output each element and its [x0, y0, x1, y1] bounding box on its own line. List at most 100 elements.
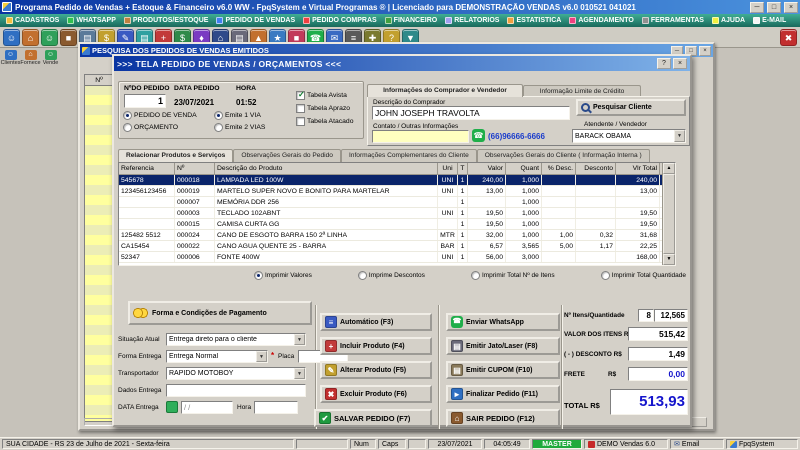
menu-item[interactable]: FERRAMENTAS: [638, 14, 708, 27]
close-icon[interactable]: ×: [784, 1, 798, 13]
menu-item-icon: [216, 17, 224, 24]
dialog-help-icon[interactable]: ?: [657, 58, 671, 69]
sair-pedido-button[interactable]: ⌂ SAIR PEDIDO (F12): [446, 409, 560, 427]
menu-item[interactable]: CADASTROS: [2, 14, 63, 27]
product-row[interactable]: 125482 5512 000024 CANO DE ESGOTO BARRA …: [119, 230, 675, 241]
product-tab[interactable]: Informações Complementares do Cliente: [340, 149, 477, 162]
excluir-produto-button[interactable]: ✖ Excluir Produto (F6): [320, 385, 432, 403]
product-tab[interactable]: Observações Gerais do Pedido: [233, 149, 341, 162]
product-row[interactable]: 000007 MEMÓRIA DDR 256 1 1,000: [119, 197, 675, 208]
product-row[interactable]: 545678 000018 LAMPADA LED 100W UNI 1 240…: [119, 175, 675, 186]
menu-item-icon: [6, 17, 13, 24]
col-perc-desc[interactable]: % Desc.: [542, 163, 576, 174]
toolbar-icon[interactable]: ☺: [41, 28, 58, 46]
transportador-select[interactable]: RAPIDO MOTOBOY ▼: [166, 367, 306, 380]
print-option[interactable]: Imprimir Valores: [254, 271, 312, 280]
chevron-down-icon[interactable]: ▼: [294, 368, 305, 379]
tab-comprador-vendedor[interactable]: Informações do Comprador e Vendedor: [367, 84, 523, 97]
situacao-select[interactable]: Entrega direto para o cliente ▼: [166, 333, 306, 346]
scroll-down-icon[interactable]: ▼: [663, 254, 675, 265]
toolbar-icon[interactable]: ⌂: [22, 28, 39, 46]
desktop: Programa Pedido de Vendas + Estoque & Fi…: [0, 0, 800, 450]
menu-item[interactable]: E-MAIL: [749, 14, 790, 27]
menu-item[interactable]: RELATORIOS: [441, 14, 503, 27]
product-tab[interactable]: Relacionar Produtos e Serviços: [118, 149, 234, 162]
toolbar-icon[interactable]: ■: [60, 28, 77, 46]
product-row[interactable]: 123456123456 000019 MARTELO SUPER NOVO E…: [119, 186, 675, 197]
enviar-whatsapp-button[interactable]: ☎ Enviar WhatsApp: [446, 313, 560, 331]
automatico-button[interactable]: ≡ Automático (F3): [320, 313, 432, 331]
data-entrega-input[interactable]: / /: [181, 401, 233, 414]
finalizar-pedido-button[interactable]: ► Finalizar Pedido (F11): [446, 385, 560, 403]
buyer-name-input[interactable]: JOHN JOSEPH TRAVOLTA: [372, 106, 570, 120]
col-quant[interactable]: Quant: [506, 163, 542, 174]
menu-item[interactable]: ESTATISTICA: [503, 14, 565, 27]
col-valor[interactable]: Valor: [468, 163, 506, 174]
menu-item[interactable]: AJUDA: [708, 14, 749, 27]
vendedor-select[interactable]: BARACK OBAMA ▼: [572, 129, 686, 143]
option-orcamento[interactable]: ORÇAMENTO: [123, 123, 178, 132]
chevron-down-icon[interactable]: ▼: [674, 130, 685, 142]
col-referencia[interactable]: Referencia: [119, 163, 175, 174]
shortcut-button[interactable]: ☺ Clientes: [1, 50, 20, 66]
contato-input[interactable]: [372, 130, 469, 143]
product-row[interactable]: 000015 CAMISA CURTA GG 1 19,50 1,000 19,…: [119, 219, 675, 230]
menu-item[interactable]: WHATSAPP: [63, 14, 120, 27]
chevron-down-icon[interactable]: ▼: [294, 334, 305, 345]
col-numero[interactable]: Nº: [175, 163, 215, 174]
dados-entrega-input[interactable]: [166, 384, 306, 397]
product-row[interactable]: 52347 000006 FONTE 400W UNI 1 56,00 3,00…: [119, 252, 675, 263]
order-number-input[interactable]: 1: [124, 94, 166, 108]
salvar-pedido-button[interactable]: ✔ SALVAR PEDIDO (F7): [314, 409, 432, 427]
forma-entrega-select[interactable]: Entrega Normal ▼: [166, 350, 268, 363]
frete-value[interactable]: 0,00: [628, 367, 688, 381]
menu-item[interactable]: PRODUTOS/ESTOQUE: [120, 14, 213, 27]
col-t[interactable]: T: [458, 163, 468, 174]
menu-item[interactable]: PEDIDO COMPRAS: [299, 14, 381, 27]
print-option[interactable]: Imprime Descontos: [357, 271, 425, 280]
option-pedido-de-venda[interactable]: PEDIDO DE VENDA: [123, 111, 197, 120]
search-results-grid[interactable]: Nº: [84, 74, 114, 422]
print-option[interactable]: Imprimir Total Quantidade: [600, 271, 686, 280]
price-table-checkbox[interactable]: Tabela Avista: [296, 90, 353, 100]
toolbar-icon[interactable]: ✖: [780, 28, 797, 46]
shortcut-icon: ☺: [44, 50, 57, 60]
shortcut-button[interactable]: ☺ Vende: [42, 50, 59, 66]
menu-item[interactable]: PEDIDO DE VENDAS: [212, 14, 299, 27]
option-emite-2-vias[interactable]: Emite 2 VIAS: [214, 123, 265, 132]
status-email[interactable]: ✉ Email: [670, 439, 724, 449]
hora-entrega-input[interactable]: [254, 401, 298, 414]
col-descricao[interactable]: Descrição do Produto: [215, 163, 438, 174]
option-emite-1-via[interactable]: Emite 1 VIA: [214, 111, 261, 120]
calendar-icon[interactable]: [166, 401, 178, 413]
col-desconto[interactable]: Desconto: [576, 163, 616, 174]
shortcut-button[interactable]: ⌂ Fornece: [20, 50, 41, 66]
emitir-jato-laser-button[interactable]: ▤ Emitir Jato/Laser (F8): [446, 337, 560, 355]
print-option[interactable]: Imprimir Total Nº de Itens: [470, 271, 555, 280]
product-row[interactable]: 000003 TECLADO 102ABNT UNI 1 19,50 1,000…: [119, 208, 675, 219]
dialog-close-icon[interactable]: ×: [673, 58, 687, 69]
toolbar-icon[interactable]: ☺: [3, 28, 20, 46]
search-close-icon[interactable]: ×: [699, 45, 711, 56]
menu-item[interactable]: FINANCEIRO: [381, 14, 442, 27]
required-mark: *: [271, 351, 275, 360]
product-row[interactable]: CA15454 000022 CANO AGUA QUENTE 25 - BAR…: [119, 241, 675, 252]
price-table-checkbox[interactable]: Tabela Atacado: [296, 117, 353, 126]
alterar-produto-button[interactable]: ✎ Alterar Produto (F5): [320, 361, 432, 379]
col-vlr-total[interactable]: Vlr Total: [616, 163, 660, 174]
maximize-icon[interactable]: □: [767, 1, 781, 13]
product-tab[interactable]: Observações Gerais do Cliente ( Informaç…: [476, 149, 650, 162]
scroll-up-icon[interactable]: ▲: [663, 163, 675, 174]
menu-item[interactable]: AGENDAMENTO: [565, 14, 637, 27]
checkbox-label: Tabela Aprazo: [307, 105, 351, 112]
col-uni[interactable]: Uni: [438, 163, 458, 174]
scroll-thumb[interactable]: [663, 174, 675, 254]
incluir-produto-button[interactable]: + Incluir Produto (F4): [320, 337, 432, 355]
minimize-icon[interactable]: ─: [750, 1, 764, 13]
chevron-down-icon[interactable]: ▼: [256, 351, 267, 362]
pesquisar-cliente-button[interactable]: Pesquisar Cliente: [576, 99, 686, 116]
price-table-checkbox[interactable]: Tabela Aprazo: [296, 104, 353, 113]
emitir-cupom-button[interactable]: ▤ Emitir CUPOM (F10): [446, 361, 560, 379]
forma-pagamento-button[interactable]: Forma e Condições de Pagamento: [128, 301, 312, 325]
grid-scrollbar[interactable]: ▲ ▼: [662, 163, 675, 265]
